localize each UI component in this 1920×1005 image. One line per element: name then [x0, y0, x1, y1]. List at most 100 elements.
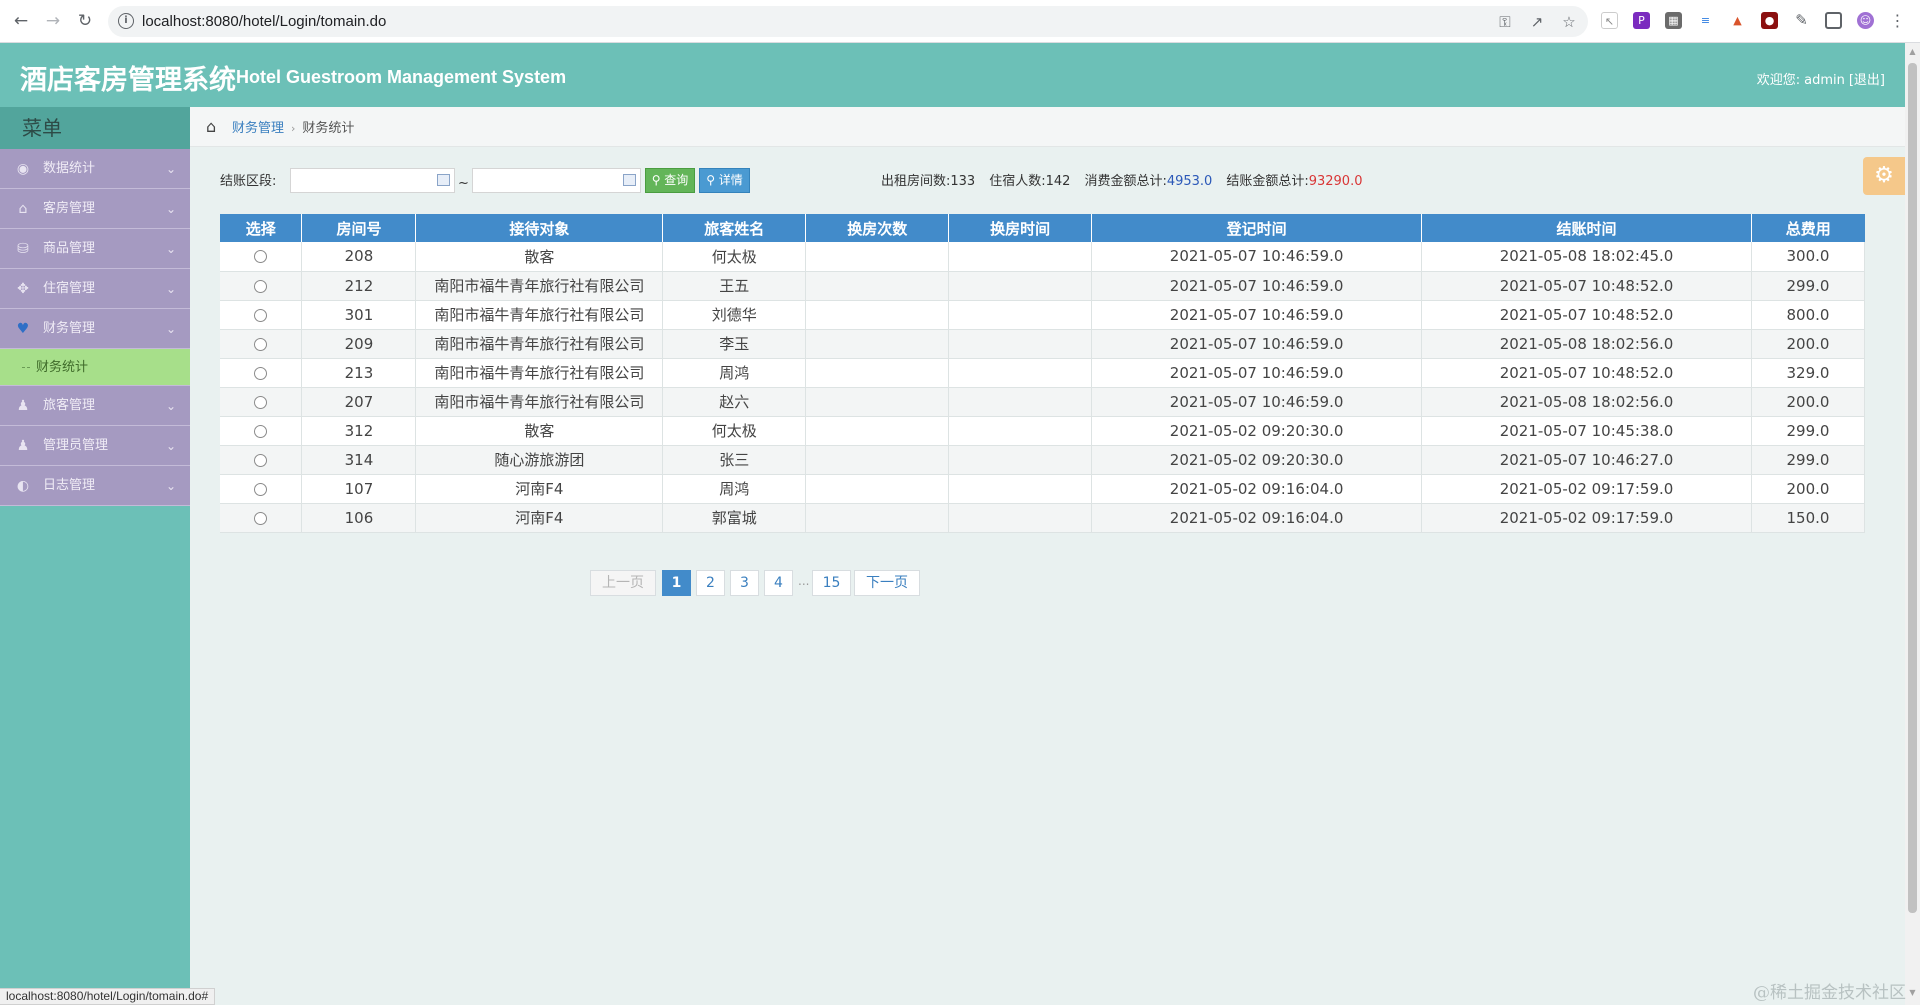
breadcrumb: ⌂ 财务管理 › 财务统计 — [190, 107, 1905, 147]
table-row[interactable]: 301 南阳市福牛青年旅行社有限公司 刘德华 2021-05-07 10:46:59.… — [220, 300, 1866, 330]
table-row[interactable]: 208 散客 何太极 2021-05-07 10:46:59.0 2021-05-08 … — [220, 242, 1866, 272]
table-cell — [805, 271, 950, 301]
sidebar-item-data-stats[interactable]: ◉ 数据统计 ⌄ — [0, 149, 190, 189]
menu-dots-icon[interactable]: ⋮ — [1889, 12, 1906, 29]
adjust-icon: ◐ — [16, 478, 30, 494]
select-cell — [220, 416, 303, 446]
breadcrumb-parent-link[interactable]: 财务管理 — [232, 121, 284, 136]
extension-icon[interactable]: ▦ — [1665, 12, 1682, 29]
column-header: 结账时间 — [1421, 214, 1752, 242]
table-row[interactable]: 212 南阳市福牛青年旅行社有限公司 王五 2021-05-07 10:46:59.0… — [220, 271, 1866, 301]
sidebar-item-goods[interactable]: ⛁ 商品管理 ⌄ — [0, 229, 190, 269]
row-select-radio[interactable] — [254, 511, 268, 525]
breadcrumb-current: 财务统计 — [302, 121, 355, 136]
page-button[interactable]: 1 — [662, 570, 691, 596]
table-cell: 2021-05-07 10:45:38.0 — [1421, 416, 1752, 446]
scroll-up-icon[interactable]: ▲ — [1908, 47, 1917, 57]
row-select-radio[interactable] — [254, 482, 268, 496]
calendar-icon[interactable] — [437, 174, 450, 186]
chevron-down-icon: ⌄ — [165, 322, 176, 336]
select-cell — [220, 329, 303, 359]
row-select-radio[interactable] — [254, 337, 268, 351]
detail-button[interactable]: ⚲ 详情 — [699, 168, 750, 193]
row-select-radio[interactable] — [254, 250, 268, 264]
table-row[interactable]: 106 河南F4 郭富城 2021-05-02 09:16:04.0 2021-05-0… — [220, 503, 1866, 533]
sidebar-item-label: 客房管理 — [43, 201, 96, 216]
page-button[interactable]: 3 — [730, 570, 759, 596]
table-cell: 2021-05-08 18:02:45.0 — [1421, 242, 1752, 272]
extension-icon[interactable]: P — [1633, 12, 1650, 29]
puzzle-icon[interactable]: ✎ — [1793, 12, 1810, 29]
shield-extension-icon[interactable]: ● — [1761, 12, 1778, 29]
prev-page-button[interactable]: 上一页 — [590, 570, 656, 596]
back-icon[interactable]: ← — [10, 10, 32, 32]
table-row[interactable]: 213 南阳市福牛青年旅行社有限公司 周鸿 2021-05-07 10:46:59.0… — [220, 358, 1866, 388]
address-bar[interactable]: i localhost:8080/hotel/Login/tomain.do ⚿… — [108, 6, 1588, 37]
table-cell — [948, 503, 1093, 533]
table-cell: 周鸿 — [662, 474, 807, 504]
site-info-icon[interactable]: i — [118, 13, 134, 29]
avatar[interactable]: ☺ — [1857, 12, 1874, 29]
row-select-radio[interactable] — [254, 424, 268, 438]
sidebar-item-label: 住宿管理 — [43, 281, 96, 296]
logout-link[interactable]: [退出] — [1849, 73, 1885, 88]
extension-icon[interactable]: ▲ — [1729, 12, 1746, 29]
page-button[interactable]: 2 — [696, 570, 725, 596]
sidebar-item-lodging[interactable]: ✥ 住宿管理 ⌄ — [0, 269, 190, 309]
row-select-radio[interactable] — [254, 279, 268, 293]
sidebar-item-finance[interactable]: ♥ 财务管理 ⌄ — [0, 309, 190, 349]
table-cell — [948, 300, 1093, 330]
sidebar: 菜单 ◉ 数据统计 ⌄ ⌂ 客房管理 ⌄ ⛁ 商品管理 ⌄ ✥ 住宿管理 ⌄ ♥… — [0, 107, 190, 1005]
search-button[interactable]: ⚲ 查询 — [645, 168, 695, 193]
extension-icon[interactable]: ≡ — [1697, 12, 1714, 29]
sidebar-item-rooms[interactable]: ⌂ 客房管理 ⌄ — [0, 189, 190, 229]
sidebar-item-logs[interactable]: ◐ 日志管理 ⌄ — [0, 466, 190, 506]
row-select-radio[interactable] — [254, 453, 268, 467]
table-row[interactable]: 107 河南F4 周鸿 2021-05-02 09:16:04.0 2021-05-02… — [220, 474, 1866, 504]
table-cell: 刘德华 — [662, 300, 807, 330]
page-button[interactable]: 15 — [812, 570, 851, 596]
star-icon[interactable]: ☆ — [1560, 13, 1578, 31]
column-header: 接待对象 — [415, 214, 664, 242]
sidebar-subitem-finance-stats[interactable]: 财务统计 — [0, 349, 190, 386]
forward-icon[interactable]: → — [42, 10, 64, 32]
table-row[interactable]: 312 散客 何太极 2021-05-02 09:20:30.0 2021-05-07 … — [220, 416, 1866, 446]
start-date-input[interactable] — [290, 168, 455, 193]
table-cell: 随心游旅游团 — [415, 445, 664, 475]
gear-icon[interactable]: ⚙ — [1863, 157, 1905, 195]
table-cell: 200.0 — [1751, 474, 1866, 504]
table-cell: 299.0 — [1751, 445, 1866, 475]
home-icon[interactable]: ⌂ — [206, 114, 226, 140]
table-cell: 南阳市福牛青年旅行社有限公司 — [415, 329, 664, 359]
table-row[interactable]: 207 南阳市福牛青年旅行社有限公司 赵六 2021-05-07 10:46:59.0… — [220, 387, 1866, 417]
next-page-button[interactable]: 下一页 — [854, 570, 920, 596]
key-icon[interactable]: ⚿ — [1496, 13, 1514, 31]
row-select-radio[interactable] — [254, 308, 268, 322]
table-cell: 314 — [301, 445, 417, 475]
reload-icon[interactable]: ↻ — [74, 10, 96, 32]
select-cell — [220, 271, 303, 301]
cursor-extension-icon[interactable]: ↖ — [1601, 12, 1618, 29]
table-row[interactable]: 314 随心游旅游团 张三 2021-05-02 09:20:30.0 2021-05-… — [220, 445, 1866, 475]
calendar-icon[interactable] — [623, 174, 636, 186]
table-cell: 周鸿 — [662, 358, 807, 388]
sidebar-item-guests[interactable]: ♟ 旅客管理 ⌄ — [0, 386, 190, 426]
table-cell: 200.0 — [1751, 329, 1866, 359]
page-button[interactable]: 4 — [764, 570, 793, 596]
row-select-radio[interactable] — [254, 366, 268, 380]
table-row[interactable]: 209 南阳市福牛青年旅行社有限公司 李玉 2021-05-07 10:46:59.0… — [220, 329, 1866, 359]
sidepanel-icon[interactable] — [1825, 12, 1842, 29]
sidebar-item-admins[interactable]: ♟ 管理员管理 ⌄ — [0, 426, 190, 466]
table-cell: 209 — [301, 329, 417, 359]
page-scrollbar[interactable]: ▲ ▼ — [1905, 43, 1920, 1005]
end-date-input[interactable] — [472, 168, 641, 193]
user-icon: ♟ — [16, 398, 30, 414]
chevron-down-icon: ⌄ — [165, 399, 176, 413]
page-ellipsis: ... — [798, 574, 810, 588]
scroll-down-icon[interactable]: ▼ — [1908, 988, 1917, 998]
scroll-thumb[interactable] — [1908, 63, 1917, 913]
table-cell: 2021-05-02 09:17:59.0 — [1421, 474, 1752, 504]
share-icon[interactable]: ↗ — [1528, 13, 1546, 31]
sidebar-item-label: 旅客管理 — [43, 398, 96, 413]
row-select-radio[interactable] — [254, 395, 268, 409]
